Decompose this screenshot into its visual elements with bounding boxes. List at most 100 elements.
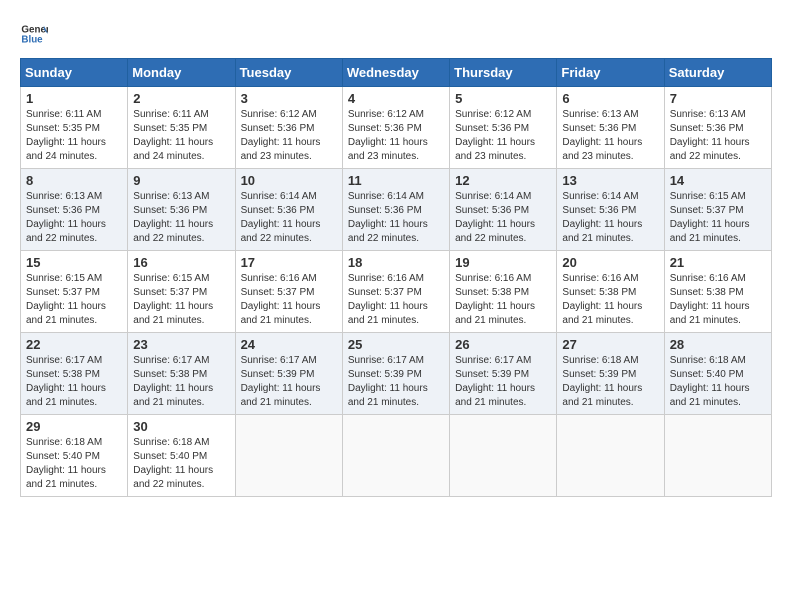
calendar-cell: 9 Sunrise: 6:13 AMSunset: 5:36 PMDayligh… xyxy=(128,169,235,251)
cell-info: Sunrise: 6:12 AMSunset: 5:36 PMDaylight:… xyxy=(241,109,321,162)
day-number: 28 xyxy=(670,337,766,352)
cell-info: Sunrise: 6:18 AMSunset: 5:40 PMDaylight:… xyxy=(133,437,213,490)
cell-info: Sunrise: 6:18 AMSunset: 5:40 PMDaylight:… xyxy=(26,437,106,490)
day-number: 21 xyxy=(670,255,766,270)
svg-text:Blue: Blue xyxy=(21,34,43,45)
column-header-thursday: Thursday xyxy=(450,59,557,87)
calendar-cell: 8 Sunrise: 6:13 AMSunset: 5:36 PMDayligh… xyxy=(21,169,128,251)
column-header-tuesday: Tuesday xyxy=(235,59,342,87)
cell-info: Sunrise: 6:13 AMSunset: 5:36 PMDaylight:… xyxy=(562,109,642,162)
day-number: 20 xyxy=(562,255,658,270)
calendar-cell: 14 Sunrise: 6:15 AMSunset: 5:37 PMDaylig… xyxy=(664,169,771,251)
day-number: 19 xyxy=(455,255,551,270)
calendar-week-row: 29 Sunrise: 6:18 AMSunset: 5:40 PMDaylig… xyxy=(21,415,772,497)
cell-info: Sunrise: 6:14 AMSunset: 5:36 PMDaylight:… xyxy=(241,191,321,244)
cell-info: Sunrise: 6:16 AMSunset: 5:37 PMDaylight:… xyxy=(348,273,428,326)
cell-info: Sunrise: 6:15 AMSunset: 5:37 PMDaylight:… xyxy=(26,273,106,326)
calendar-cell: 30 Sunrise: 6:18 AMSunset: 5:40 PMDaylig… xyxy=(128,415,235,497)
day-number: 1 xyxy=(26,91,122,106)
day-number: 17 xyxy=(241,255,337,270)
calendar-cell: 26 Sunrise: 6:17 AMSunset: 5:39 PMDaylig… xyxy=(450,333,557,415)
cell-info: Sunrise: 6:16 AMSunset: 5:38 PMDaylight:… xyxy=(670,273,750,326)
day-number: 16 xyxy=(133,255,229,270)
cell-info: Sunrise: 6:11 AMSunset: 5:35 PMDaylight:… xyxy=(133,109,213,162)
day-number: 3 xyxy=(241,91,337,106)
cell-info: Sunrise: 6:11 AMSunset: 5:35 PMDaylight:… xyxy=(26,109,106,162)
calendar-week-row: 1 Sunrise: 6:11 AMSunset: 5:35 PMDayligh… xyxy=(21,87,772,169)
day-number: 8 xyxy=(26,173,122,188)
calendar-week-row: 15 Sunrise: 6:15 AMSunset: 5:37 PMDaylig… xyxy=(21,251,772,333)
day-number: 15 xyxy=(26,255,122,270)
calendar-cell: 19 Sunrise: 6:16 AMSunset: 5:38 PMDaylig… xyxy=(450,251,557,333)
day-number: 30 xyxy=(133,419,229,434)
cell-info: Sunrise: 6:16 AMSunset: 5:38 PMDaylight:… xyxy=(455,273,535,326)
cell-info: Sunrise: 6:17 AMSunset: 5:38 PMDaylight:… xyxy=(26,355,106,408)
day-number: 4 xyxy=(348,91,444,106)
calendar-cell: 27 Sunrise: 6:18 AMSunset: 5:39 PMDaylig… xyxy=(557,333,664,415)
page-header: General Blue xyxy=(20,20,772,48)
column-header-friday: Friday xyxy=(557,59,664,87)
calendar-cell xyxy=(342,415,449,497)
day-number: 26 xyxy=(455,337,551,352)
day-number: 27 xyxy=(562,337,658,352)
calendar-cell: 22 Sunrise: 6:17 AMSunset: 5:38 PMDaylig… xyxy=(21,333,128,415)
cell-info: Sunrise: 6:14 AMSunset: 5:36 PMDaylight:… xyxy=(348,191,428,244)
cell-info: Sunrise: 6:18 AMSunset: 5:40 PMDaylight:… xyxy=(670,355,750,408)
day-number: 13 xyxy=(562,173,658,188)
calendar-cell xyxy=(450,415,557,497)
calendar-cell: 20 Sunrise: 6:16 AMSunset: 5:38 PMDaylig… xyxy=(557,251,664,333)
day-number: 7 xyxy=(670,91,766,106)
day-number: 2 xyxy=(133,91,229,106)
cell-info: Sunrise: 6:17 AMSunset: 5:39 PMDaylight:… xyxy=(455,355,535,408)
calendar-cell: 13 Sunrise: 6:14 AMSunset: 5:36 PMDaylig… xyxy=(557,169,664,251)
calendar-cell: 2 Sunrise: 6:11 AMSunset: 5:35 PMDayligh… xyxy=(128,87,235,169)
day-number: 29 xyxy=(26,419,122,434)
cell-info: Sunrise: 6:13 AMSunset: 5:36 PMDaylight:… xyxy=(670,109,750,162)
cell-info: Sunrise: 6:16 AMSunset: 5:37 PMDaylight:… xyxy=(241,273,321,326)
column-header-wednesday: Wednesday xyxy=(342,59,449,87)
day-number: 24 xyxy=(241,337,337,352)
calendar-cell: 7 Sunrise: 6:13 AMSunset: 5:36 PMDayligh… xyxy=(664,87,771,169)
calendar-cell: 23 Sunrise: 6:17 AMSunset: 5:38 PMDaylig… xyxy=(128,333,235,415)
cell-info: Sunrise: 6:12 AMSunset: 5:36 PMDaylight:… xyxy=(348,109,428,162)
calendar-cell: 25 Sunrise: 6:17 AMSunset: 5:39 PMDaylig… xyxy=(342,333,449,415)
calendar-week-row: 22 Sunrise: 6:17 AMSunset: 5:38 PMDaylig… xyxy=(21,333,772,415)
day-number: 25 xyxy=(348,337,444,352)
day-number: 22 xyxy=(26,337,122,352)
day-number: 6 xyxy=(562,91,658,106)
calendar-header-row: SundayMondayTuesdayWednesdayThursdayFrid… xyxy=(21,59,772,87)
calendar-cell: 18 Sunrise: 6:16 AMSunset: 5:37 PMDaylig… xyxy=(342,251,449,333)
calendar-cell: 15 Sunrise: 6:15 AMSunset: 5:37 PMDaylig… xyxy=(21,251,128,333)
calendar-table: SundayMondayTuesdayWednesdayThursdayFrid… xyxy=(20,58,772,497)
day-number: 10 xyxy=(241,173,337,188)
cell-info: Sunrise: 6:15 AMSunset: 5:37 PMDaylight:… xyxy=(670,191,750,244)
calendar-cell: 29 Sunrise: 6:18 AMSunset: 5:40 PMDaylig… xyxy=(21,415,128,497)
column-header-saturday: Saturday xyxy=(664,59,771,87)
cell-info: Sunrise: 6:13 AMSunset: 5:36 PMDaylight:… xyxy=(26,191,106,244)
calendar-cell: 28 Sunrise: 6:18 AMSunset: 5:40 PMDaylig… xyxy=(664,333,771,415)
cell-info: Sunrise: 6:18 AMSunset: 5:39 PMDaylight:… xyxy=(562,355,642,408)
logo: General Blue xyxy=(20,20,48,48)
calendar-cell: 11 Sunrise: 6:14 AMSunset: 5:36 PMDaylig… xyxy=(342,169,449,251)
calendar-cell xyxy=(664,415,771,497)
day-number: 5 xyxy=(455,91,551,106)
cell-info: Sunrise: 6:17 AMSunset: 5:39 PMDaylight:… xyxy=(348,355,428,408)
calendar-cell: 5 Sunrise: 6:12 AMSunset: 5:36 PMDayligh… xyxy=(450,87,557,169)
cell-info: Sunrise: 6:17 AMSunset: 5:38 PMDaylight:… xyxy=(133,355,213,408)
day-number: 14 xyxy=(670,173,766,188)
calendar-cell xyxy=(235,415,342,497)
calendar-cell: 24 Sunrise: 6:17 AMSunset: 5:39 PMDaylig… xyxy=(235,333,342,415)
day-number: 18 xyxy=(348,255,444,270)
cell-info: Sunrise: 6:16 AMSunset: 5:38 PMDaylight:… xyxy=(562,273,642,326)
calendar-cell: 12 Sunrise: 6:14 AMSunset: 5:36 PMDaylig… xyxy=(450,169,557,251)
column-header-monday: Monday xyxy=(128,59,235,87)
cell-info: Sunrise: 6:15 AMSunset: 5:37 PMDaylight:… xyxy=(133,273,213,326)
day-number: 11 xyxy=(348,173,444,188)
calendar-cell: 6 Sunrise: 6:13 AMSunset: 5:36 PMDayligh… xyxy=(557,87,664,169)
calendar-cell: 21 Sunrise: 6:16 AMSunset: 5:38 PMDaylig… xyxy=(664,251,771,333)
cell-info: Sunrise: 6:12 AMSunset: 5:36 PMDaylight:… xyxy=(455,109,535,162)
cell-info: Sunrise: 6:14 AMSunset: 5:36 PMDaylight:… xyxy=(455,191,535,244)
calendar-cell: 3 Sunrise: 6:12 AMSunset: 5:36 PMDayligh… xyxy=(235,87,342,169)
calendar-cell: 1 Sunrise: 6:11 AMSunset: 5:35 PMDayligh… xyxy=(21,87,128,169)
cell-info: Sunrise: 6:14 AMSunset: 5:36 PMDaylight:… xyxy=(562,191,642,244)
